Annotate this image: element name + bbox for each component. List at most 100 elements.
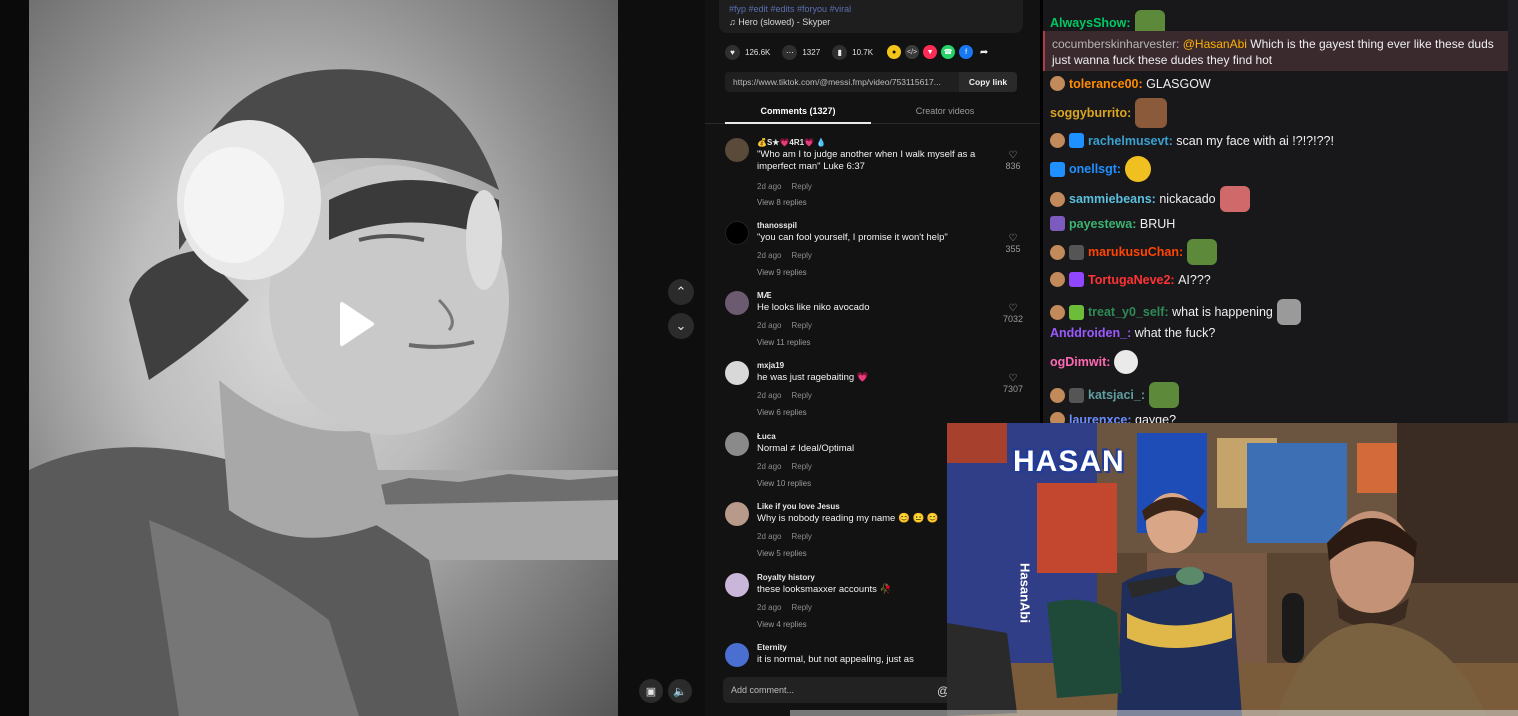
view-replies-button[interactable]: View 4 replies (757, 620, 807, 629)
heart-icon: ♥ (725, 44, 740, 60)
video-url: https://www.tiktok.com/@messi.fmp/video/… (733, 77, 941, 87)
comment-username[interactable]: Like if you love Jesus (757, 502, 840, 511)
comment-like-button[interactable]: ♡ 7307 (1001, 373, 1025, 394)
facebook-icon[interactable]: f (959, 45, 974, 59)
view-replies-button[interactable]: View 11 replies (757, 338, 811, 347)
reply-button[interactable]: Reply (791, 251, 811, 260)
view-replies-button[interactable]: View 9 replies (757, 268, 807, 277)
view-replies-button[interactable]: View 5 replies (757, 549, 807, 558)
chat-scrollbar[interactable] (1508, 0, 1518, 425)
comment-username[interactable]: Eternity (757, 643, 787, 652)
chat-username[interactable]: soggyburrito: (1050, 106, 1131, 120)
comment-like-button[interactable]: ♡ 355 (1001, 233, 1025, 254)
chat-username[interactable]: marukusuChan: (1088, 245, 1183, 259)
avatar[interactable] (725, 502, 749, 526)
chat-username[interactable]: payestewa: (1069, 217, 1136, 231)
chat-username[interactable]: tolerance00: (1069, 77, 1143, 91)
whatsapp-icon[interactable]: ☎ (941, 45, 956, 59)
avatar[interactable] (725, 643, 749, 667)
chat-text: what is happening (1172, 305, 1273, 319)
comment-username[interactable]: 💰S★💗4R1💗 💧 (757, 138, 826, 147)
repost-icon[interactable]: ▼ (923, 45, 938, 59)
engagement-stats: ♥ 126.6K ⋯ 1327 ▮ 10.7K ● </> ▼ ☎ f ➦ (725, 44, 991, 60)
comment-username[interactable]: Royalty history (757, 573, 815, 582)
comment-time: 2d ago (757, 182, 782, 191)
chat-username[interactable]: ogDimwit: (1050, 355, 1110, 369)
chat-message: sammiebeans: nickacado (1050, 186, 1250, 212)
previous-video-button[interactable]: ⌃ (668, 279, 694, 305)
hasan-logo: HASAN (1013, 445, 1125, 478)
comment-time: 2d ago (757, 532, 782, 541)
crown-badge-icon (1069, 133, 1084, 148)
comment-username[interactable]: Łuca (757, 432, 776, 441)
twitch-chat: AlwaysShow: cocumberskinharvester: @Hasa… (1043, 0, 1518, 425)
song-link[interactable]: ♫ Hero (slowed) - Skyper (729, 17, 1013, 27)
comment-text: He looks like niko avocado (757, 302, 870, 313)
comment-meta: 2d ago Reply (757, 251, 812, 260)
song-title: Hero (slowed) - Skyper (738, 17, 831, 27)
chat-username[interactable]: treat_y0_self: (1088, 305, 1169, 319)
reply-button[interactable]: Reply (791, 462, 811, 471)
avatar[interactable] (725, 291, 749, 315)
chat-username[interactable]: onellsgt: (1069, 162, 1121, 176)
reply-button[interactable]: Reply (791, 182, 811, 191)
comment-username[interactable]: mxja19 (757, 361, 784, 370)
next-video-button[interactable]: ⌄ (668, 313, 694, 339)
comment-time: 2d ago (757, 321, 782, 330)
view-replies-button[interactable]: View 8 replies (757, 198, 807, 207)
comment-button[interactable]: ⋯ 1327 (782, 44, 821, 60)
chat-message: soggyburrito: (1050, 98, 1168, 128)
chat-username[interactable]: AlwaysShow: (1050, 16, 1131, 30)
reply-button[interactable]: Reply (791, 321, 811, 330)
chat-message: Anddroiden_: what the fuck? (1050, 326, 1215, 340)
pip-button[interactable]: ▣ (639, 679, 663, 703)
music-note-icon: ♫ (729, 17, 736, 27)
tiktok-video-player[interactable] (29, 0, 618, 716)
reply-button[interactable]: Reply (791, 391, 811, 400)
save-button[interactable]: ▮ 10.7K (832, 44, 873, 60)
avatar[interactable] (725, 221, 749, 245)
play-button[interactable] (334, 300, 378, 348)
chat-message: treat_y0_self: what is happening (1050, 299, 1301, 325)
copy-link-button[interactable]: Copy link (959, 72, 1017, 92)
reply-button[interactable]: Reply (791, 532, 811, 541)
reply-button[interactable]: Reply (791, 603, 811, 612)
caption-tags[interactable]: #fyp #edit #edits #foryou #viral (729, 4, 1013, 14)
comment-username[interactable]: MÆ (757, 291, 772, 300)
pepe-emote-icon (1187, 239, 1218, 265)
tab-comments[interactable]: Comments (1327) (725, 106, 871, 124)
view-replies-button[interactable]: View 10 replies (757, 479, 811, 488)
avatar[interactable] (725, 361, 749, 385)
like-count: 126.6K (745, 47, 771, 57)
comment-count: 1327 (802, 47, 821, 57)
embed-icon[interactable]: </> (905, 45, 920, 59)
share-arrow-icon[interactable]: ➦ (977, 45, 991, 59)
tab-creator-videos[interactable]: Creator videos (895, 106, 995, 116)
heart-outline-icon: ♡ (1008, 303, 1018, 314)
like-button[interactable]: ♥ 126.6K (725, 44, 771, 60)
chat-text: nickacado (1159, 192, 1216, 206)
avatar[interactable] (725, 432, 749, 456)
chat-username[interactable]: katsjaci_: (1088, 388, 1145, 402)
avatar[interactable] (725, 573, 749, 597)
coin-icon[interactable]: ● (887, 45, 902, 59)
comment-like-count: 7032 (1002, 314, 1024, 324)
comment-like-button[interactable]: ♡ 7032 (1001, 303, 1025, 324)
chat-username[interactable]: TortugaNeve2: (1088, 273, 1175, 287)
view-replies-button[interactable]: View 6 replies (757, 408, 807, 417)
chat-username[interactable]: sammiebeans: (1069, 192, 1156, 206)
avatar[interactable] (725, 138, 749, 162)
left-edge (0, 0, 29, 716)
video-link-box[interactable]: https://www.tiktok.com/@messi.fmp/video/… (725, 72, 1017, 92)
chat-username[interactable]: rachelmusevt: (1088, 134, 1173, 148)
chat-username[interactable]: Anddroiden_: (1050, 326, 1131, 340)
comment-username[interactable]: thanosspil (757, 221, 797, 230)
chat-message: onellsgt: (1050, 156, 1152, 182)
comment-item: thanosspil "you can fool yourself, I pro… (725, 221, 1025, 289)
user-badge-icon (1050, 387, 1065, 403)
chat-username[interactable]: cocumberskinharvester: (1052, 37, 1179, 51)
no-audio-badge-icon (1069, 244, 1084, 260)
comment-like-button[interactable]: ♡ 836 (1001, 150, 1025, 171)
volume-button[interactable]: 🔈 (668, 679, 692, 703)
add-comment-input[interactable]: Add comment... (723, 677, 953, 703)
